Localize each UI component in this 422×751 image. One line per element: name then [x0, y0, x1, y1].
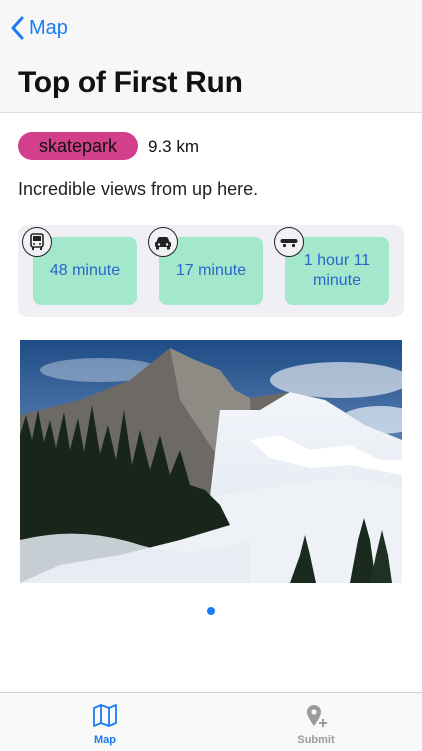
map-icon	[93, 704, 117, 727]
tab-map[interactable]: Map	[45, 701, 165, 746]
distance-label: 9.3 km	[148, 137, 200, 156]
place-photo[interactable]	[20, 340, 402, 583]
navigation-bar: Map Top of First Run	[0, 0, 422, 113]
place-description: Incredible views from up here.	[18, 179, 259, 199]
car-icon	[148, 227, 178, 257]
tab-bar: Map Submit	[0, 692, 422, 751]
category-tag: skatepark	[18, 132, 138, 160]
transit-panel: 48 minute 17 minute 1 hour 11 minute	[18, 225, 404, 317]
add-location-icon	[307, 705, 327, 727]
back-label: Map	[29, 16, 68, 39]
page-indicator-dot[interactable]	[207, 607, 215, 615]
chevron-left-icon	[11, 16, 24, 40]
tab-map-label: Map	[94, 734, 116, 746]
tab-submit-label: Submit	[297, 734, 335, 746]
skateboard-icon	[274, 227, 304, 257]
bus-icon	[22, 227, 52, 257]
page-title: Top of First Run	[18, 66, 243, 99]
back-button[interactable]: Map	[10, 16, 68, 40]
tab-submit[interactable]: Submit	[256, 701, 376, 746]
